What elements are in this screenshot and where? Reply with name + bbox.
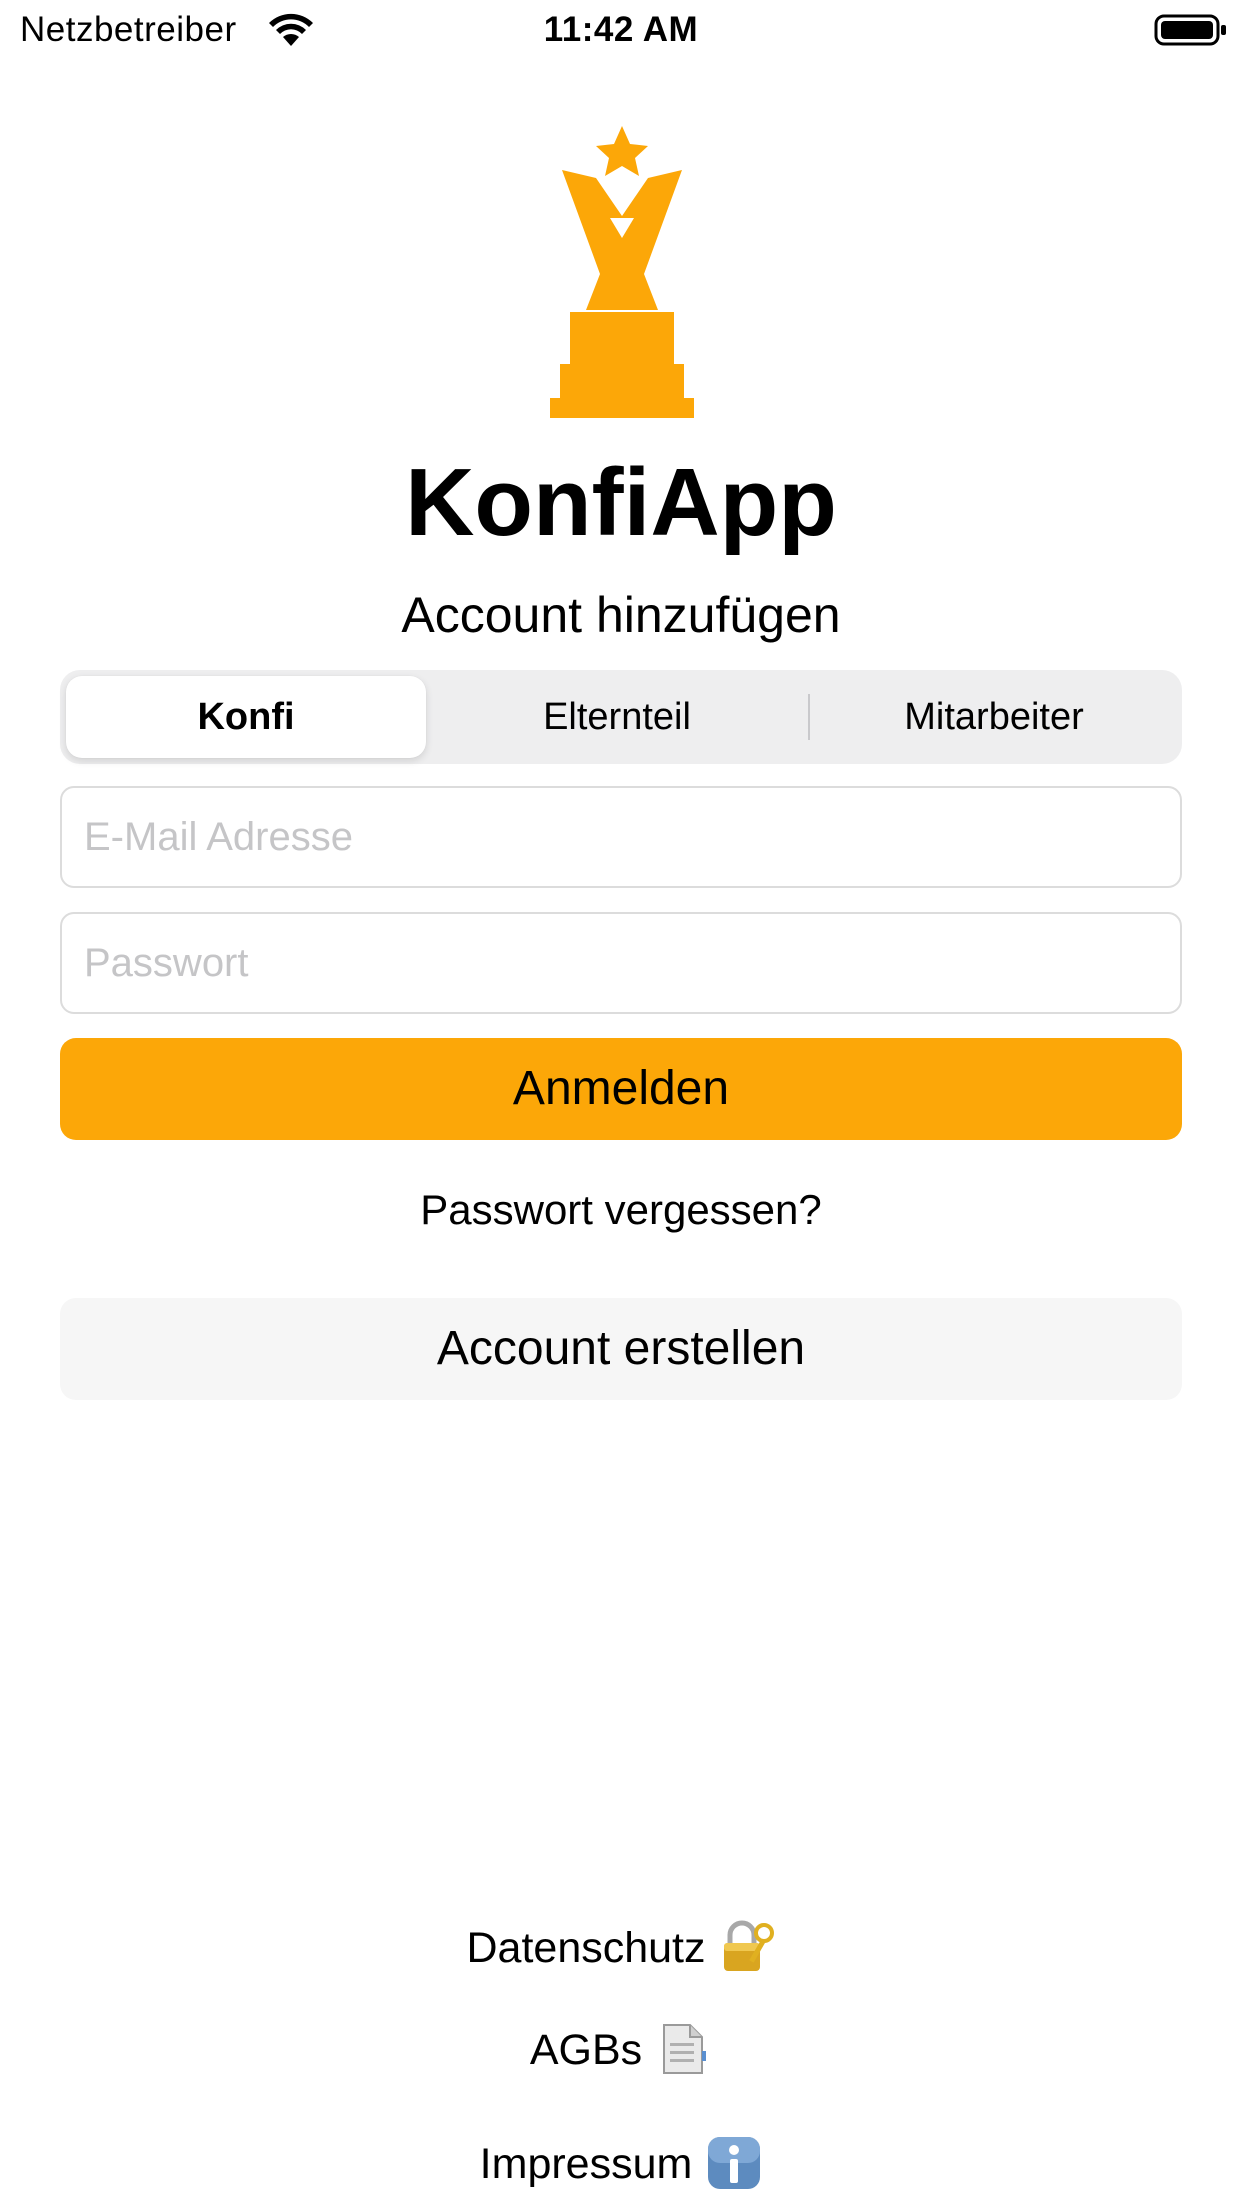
info-icon [708, 2136, 761, 2189]
segment-konfi[interactable]: Konfi [66, 676, 426, 758]
imprint-link-label: Impressum [479, 2140, 693, 2188]
role-segmented-control: Konfi Elternteil Mitarbeiter [60, 670, 1182, 764]
create-account-button[interactable]: Account erstellen [60, 1298, 1182, 1400]
status-time: 11:42 AM [543, 10, 699, 49]
privacy-link-label: Datenschutz [466, 1924, 706, 1972]
password-field[interactable] [60, 912, 1182, 1014]
page-subtitle: Account hinzufügen [401, 587, 841, 643]
lock-with-key-icon [723, 1920, 774, 1971]
forgot-password-link[interactable]: Passwort vergessen? [0, 1182, 1242, 1238]
app-title: KonfiApp [405, 449, 837, 556]
trophy-icon [550, 126, 694, 418]
terms-link[interactable]: AGBs [0, 2020, 1242, 2081]
login-button[interactable]: Anmelden [60, 1038, 1182, 1140]
segment-mitarbeiter[interactable]: Mitarbeiter [812, 676, 1176, 758]
privacy-link[interactable]: Datenschutz [0, 1918, 1242, 1979]
battery-icon [1154, 14, 1226, 46]
segment-elternteil[interactable]: Elternteil [434, 676, 800, 758]
terms-link-label: AGBs [529, 2026, 643, 2074]
status-bar: Netzbetreiber 11:42 AM [0, 0, 1242, 62]
document-icon [663, 2023, 707, 2074]
imprint-link[interactable]: Impressum [0, 2134, 1242, 2195]
email-field[interactable] [60, 786, 1182, 888]
segment-divider [808, 694, 810, 740]
